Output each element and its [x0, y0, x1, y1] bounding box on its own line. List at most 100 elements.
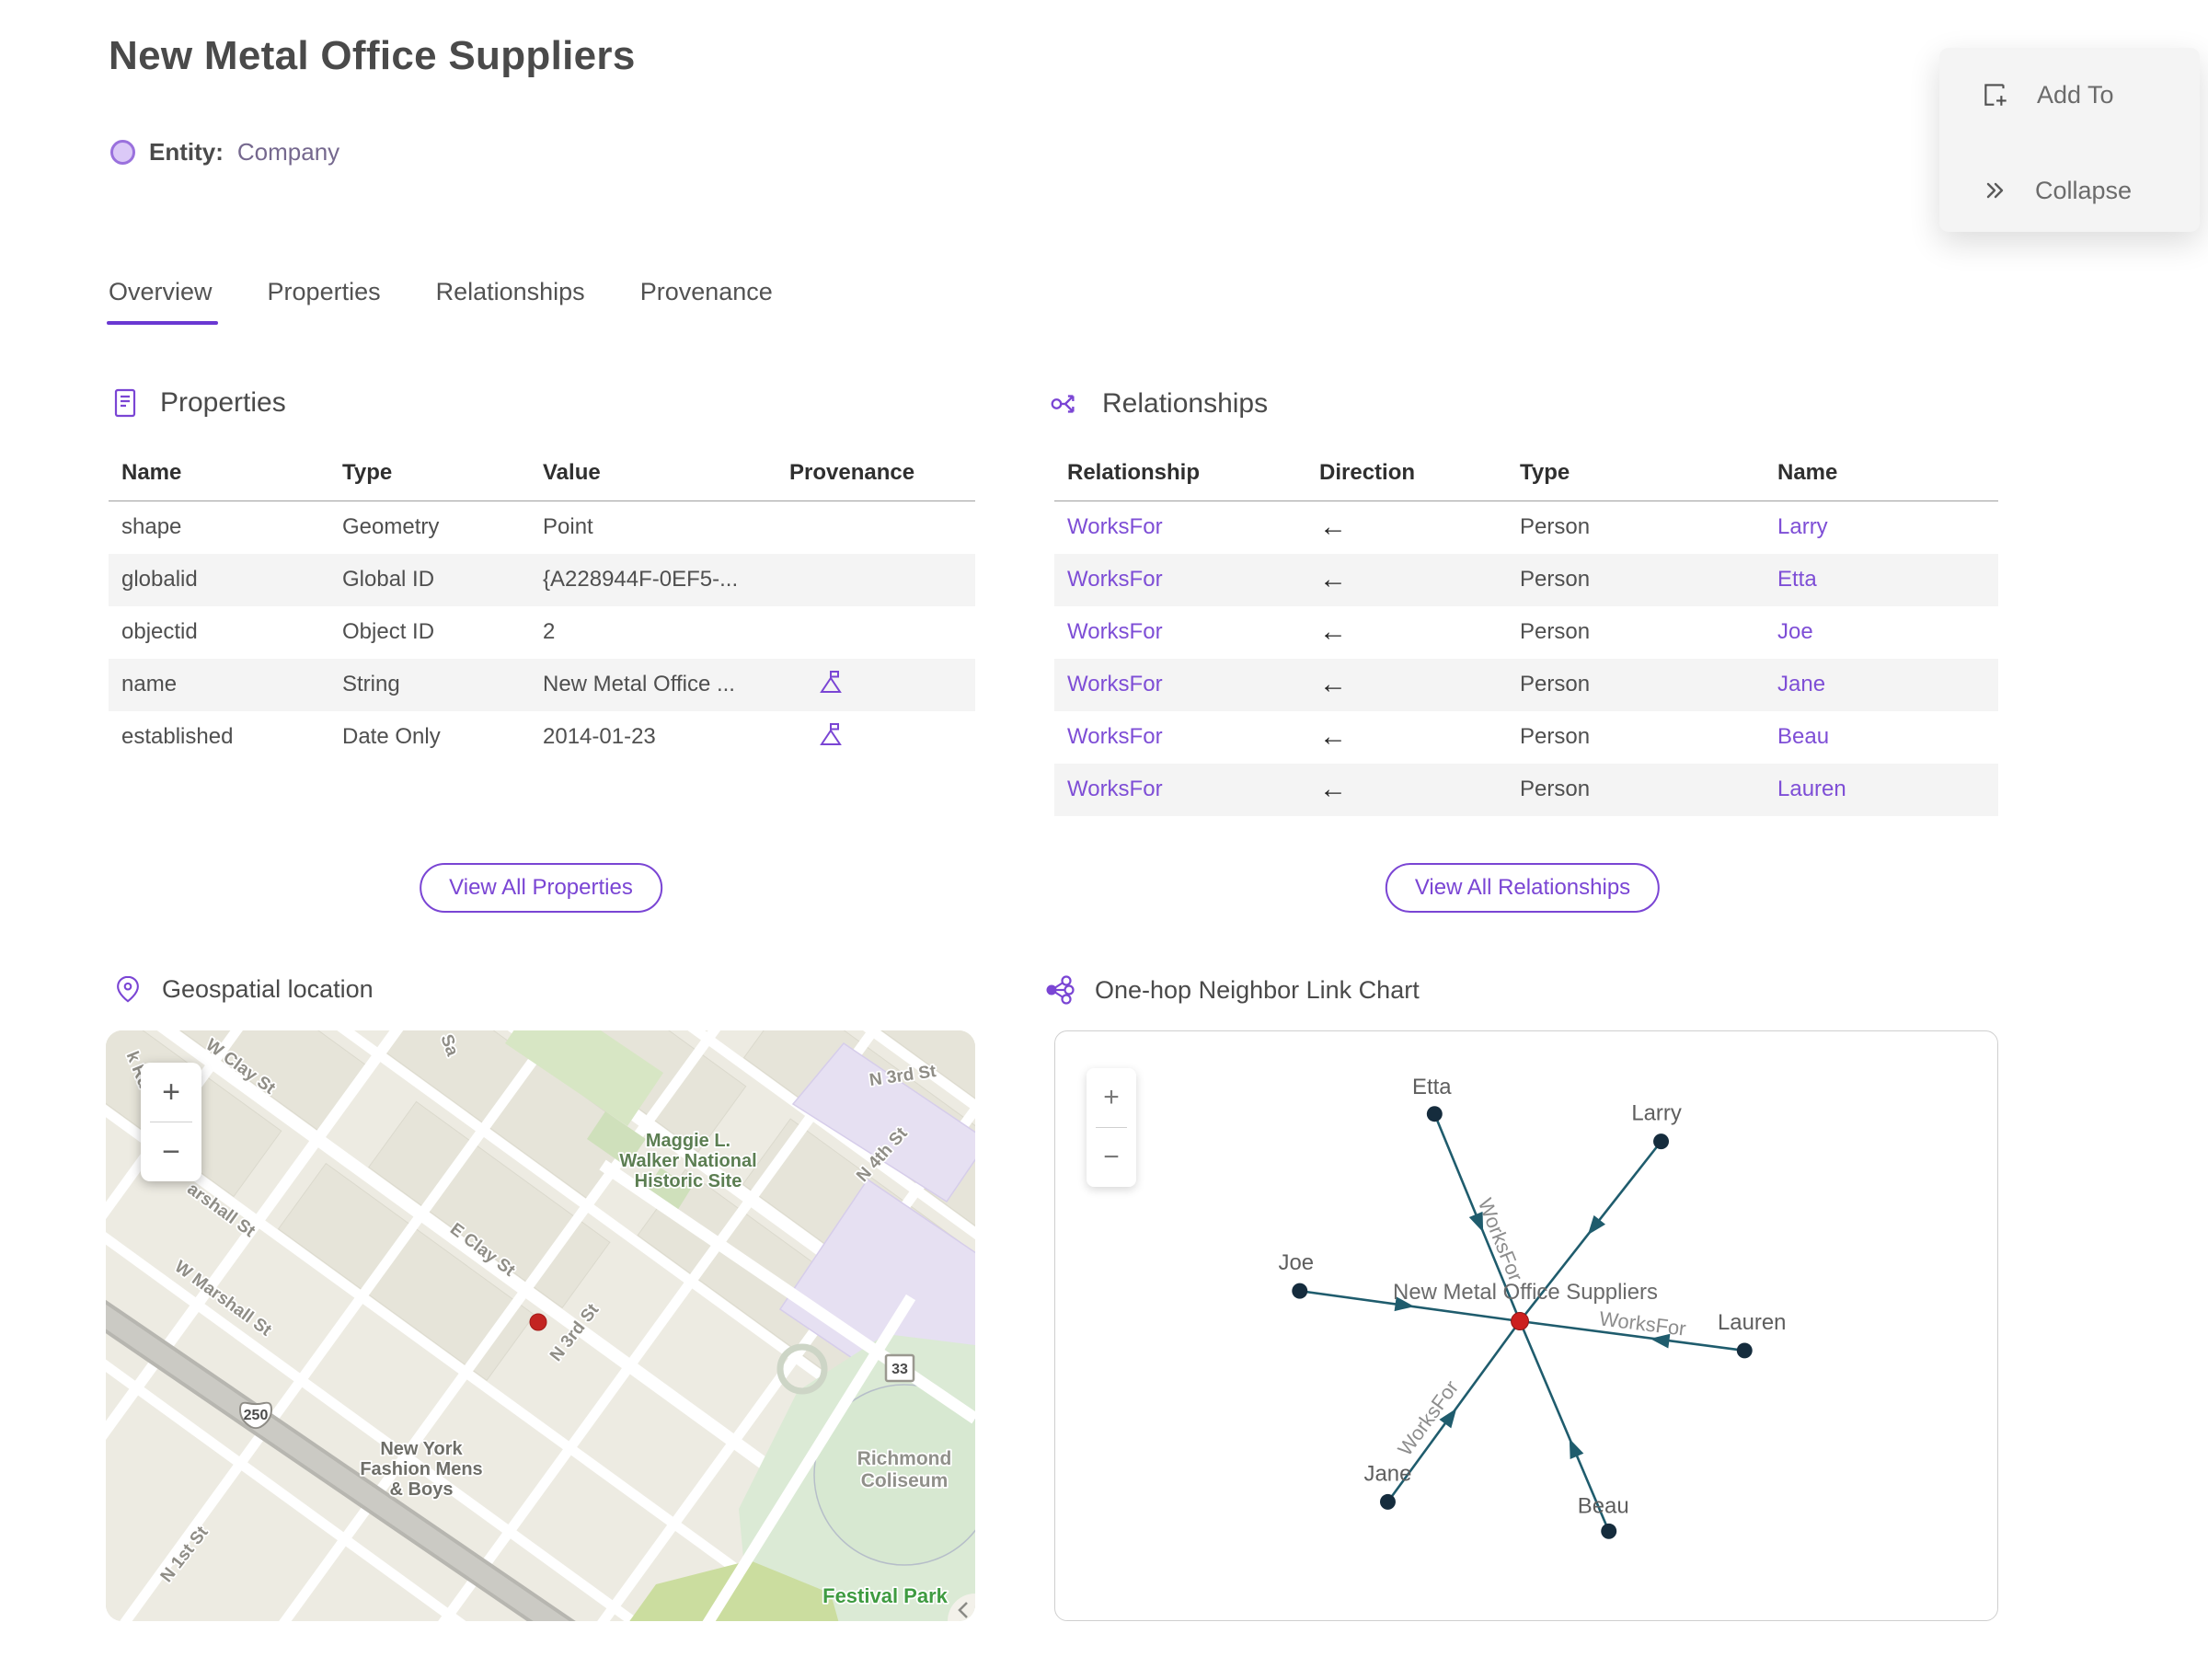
view-all-properties-button[interactable]: View All Properties	[420, 863, 662, 913]
node-label-etta: Etta	[1412, 1075, 1452, 1099]
provenance-flag-icon[interactable]	[817, 719, 845, 749]
prop-type: Date Only	[342, 724, 441, 749]
link-chart-icon	[1046, 975, 1075, 1005]
linkchart-section-header: One-hop Neighbor Link Chart	[1043, 973, 1420, 1007]
properties-table-header: Name Type Value Provenance	[109, 453, 975, 501]
fashion-store-label: New York	[380, 1439, 463, 1459]
table-row: WorksFor ← Person Beau	[1054, 711, 1998, 764]
direction-arrow: ←	[1319, 616, 1347, 647]
relationship-link[interactable]: WorksFor	[1067, 672, 1163, 696]
linkchart-section-title: One-hop Neighbor Link Chart	[1095, 975, 1420, 1004]
prop-provenance	[780, 606, 975, 659]
related-entity-link[interactable]: Joe	[1777, 619, 1813, 644]
view-all-relationships-button[interactable]: View All Relationships	[1385, 863, 1661, 913]
prop-value: 2014-01-23	[543, 724, 656, 749]
map-canvas: 250 33 k Rd W Clay St Sa arshall St W Ma…	[106, 1030, 975, 1621]
provenance-flag-icon[interactable]	[817, 667, 845, 696]
node-label-center: New Metal Office Suppliers	[1393, 1280, 1658, 1305]
node-label-lauren: Lauren	[1718, 1310, 1786, 1335]
prop-name: objectid	[121, 619, 198, 644]
node-lauren[interactable]	[1736, 1342, 1753, 1359]
chart-node-labels: Etta Larry Joe New Metal Office Supplier…	[1279, 1075, 1787, 1519]
page-title: New Metal Office Suppliers	[109, 33, 636, 78]
relationship-link[interactable]: WorksFor	[1067, 567, 1163, 592]
properties-table: Name Type Value Provenance shape Geometr…	[109, 453, 975, 764]
link-chart[interactable]: WorksFor WorksFor WorksFor Etta Larry Jo…	[1054, 1030, 1998, 1621]
tab-relationships[interactable]: Relationships	[436, 278, 585, 325]
shield-250-label: 250	[244, 1408, 269, 1423]
prop-provenance	[780, 659, 975, 711]
edge-label-worksfor: WorksFor	[1474, 1195, 1528, 1284]
node-larry[interactable]	[1653, 1133, 1670, 1150]
relationship-link[interactable]: WorksFor	[1067, 724, 1163, 749]
node-beau[interactable]	[1601, 1523, 1617, 1539]
col-value: Value	[534, 453, 780, 501]
node-center-entity[interactable]	[1511, 1312, 1529, 1330]
related-entity-link[interactable]: Larry	[1777, 514, 1828, 539]
node-label-larry: Larry	[1631, 1101, 1682, 1126]
festival-park-label: Festival Park	[822, 1584, 949, 1607]
add-to-icon	[1984, 84, 2007, 106]
collapse-button[interactable]: Collapse	[1980, 171, 2132, 210]
related-entity-link[interactable]: Jane	[1777, 672, 1825, 696]
relationships-section-title: Relationships	[1102, 388, 1269, 419]
related-type: Person	[1520, 672, 1591, 696]
prop-provenance	[780, 554, 975, 606]
relationship-link[interactable]: WorksFor	[1067, 777, 1163, 801]
prop-provenance	[780, 711, 975, 764]
tab-provenance[interactable]: Provenance	[640, 278, 773, 325]
properties-section-title: Properties	[160, 387, 286, 418]
tab-properties[interactable]: Properties	[268, 278, 381, 325]
table-row: globalid Global ID {A228944F-0EF5-...	[109, 553, 975, 606]
edge-label-worksfor: WorksFor	[1598, 1306, 1687, 1340]
direction-arrow: ←	[1319, 774, 1347, 804]
entity-location-marker[interactable]	[529, 1313, 547, 1331]
prop-type: Global ID	[342, 567, 435, 592]
prop-name: name	[121, 672, 178, 696]
relationship-link[interactable]: WorksFor	[1067, 619, 1163, 644]
related-entity-link[interactable]: Etta	[1777, 567, 1817, 592]
entity-page: New Metal Office Suppliers Entity: Compa…	[0, 0, 2208, 1680]
add-to-button[interactable]: Add To	[1980, 75, 2114, 114]
entity-type-value: Company	[236, 138, 340, 166]
map-pin-icon	[117, 975, 139, 1003]
map[interactable]: 250 33 k Rd W Clay St Sa arshall St W Ma…	[106, 1030, 975, 1621]
relationship-link[interactable]: WorksFor	[1067, 514, 1163, 539]
fashion-store-label: Fashion Mens	[360, 1459, 482, 1479]
chart-zoom-in-button[interactable]: +	[1087, 1068, 1136, 1127]
node-jane[interactable]	[1379, 1493, 1396, 1510]
node-etta[interactable]	[1426, 1106, 1443, 1122]
link-chart-canvas: WorksFor WorksFor WorksFor Etta Larry Jo…	[1279, 1075, 1787, 1539]
historic-site-label: Maggie L.	[646, 1131, 730, 1151]
prop-value: Point	[543, 514, 593, 540]
chart-zoom-out-button[interactable]: −	[1087, 1128, 1136, 1187]
prop-provenance	[780, 501, 975, 554]
table-row: shape Geometry Point	[109, 501, 975, 554]
related-type: Person	[1520, 514, 1591, 540]
geospatial-section-title: Geospatial location	[162, 974, 374, 1003]
coliseum-label: Coliseum	[861, 1470, 949, 1491]
table-row: WorksFor ← Person Joe	[1054, 606, 1998, 659]
map-zoom-out-button[interactable]: −	[141, 1122, 201, 1181]
related-type: Person	[1520, 724, 1591, 749]
coliseum-label: Richmond	[857, 1448, 952, 1469]
map-zoom-in-button[interactable]: +	[141, 1063, 201, 1122]
node-label-jane: Jane	[1364, 1461, 1412, 1486]
col-direction: Direction	[1310, 453, 1511, 501]
node-joe[interactable]	[1292, 1283, 1308, 1299]
tab-overview[interactable]: Overview	[107, 278, 218, 325]
actions-panel: Add To Collapse	[1939, 48, 2200, 232]
related-entity-link[interactable]: Beau	[1777, 724, 1829, 749]
node-label-beau: Beau	[1578, 1493, 1629, 1518]
table-row: WorksFor ← Person Jane	[1054, 658, 1998, 711]
node-label-joe: Joe	[1279, 1250, 1315, 1275]
historic-site-label: Historic Site	[635, 1171, 742, 1191]
prop-value: 2	[543, 619, 556, 644]
geospatial-section-header: Geospatial location	[112, 973, 374, 1005]
related-entity-link[interactable]: Lauren	[1777, 777, 1846, 801]
shield-33-label: 33	[891, 1362, 908, 1377]
relationships-icon	[1051, 395, 1075, 413]
direction-arrow: ←	[1319, 564, 1347, 594]
direction-arrow: ←	[1319, 669, 1347, 699]
route-shield-33: 33	[884, 1353, 915, 1383]
